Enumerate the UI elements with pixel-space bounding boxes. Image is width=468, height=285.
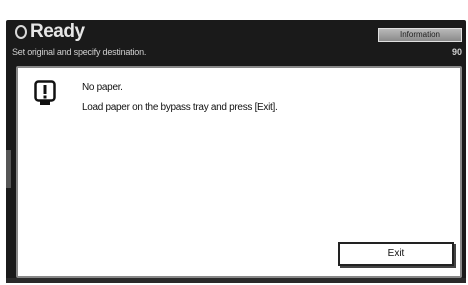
- count-display: 90: [451, 47, 462, 57]
- exit-button[interactable]: Exit: [338, 242, 454, 266]
- ready-status-icon: [15, 25, 27, 39]
- error-title: No paper.: [82, 82, 123, 93]
- panel-screen: Ready Information Set original and speci…: [6, 20, 466, 283]
- status-title: Ready: [30, 21, 85, 42]
- error-detail: Load paper on the bypass tray and press …: [82, 102, 278, 113]
- alert-exclamation-icon: [34, 80, 56, 105]
- bottom-edge: [6, 278, 466, 283]
- title-bar: Ready Information: [6, 20, 466, 44]
- alert-dialog: No paper. Load paper on the bypass tray …: [16, 66, 462, 278]
- information-button[interactable]: Information: [378, 28, 462, 42]
- message-bar: Set original and specify destination. 90: [6, 44, 466, 60]
- instruction-text: Set original and specify destination.: [12, 47, 147, 57]
- side-tab: [6, 150, 11, 188]
